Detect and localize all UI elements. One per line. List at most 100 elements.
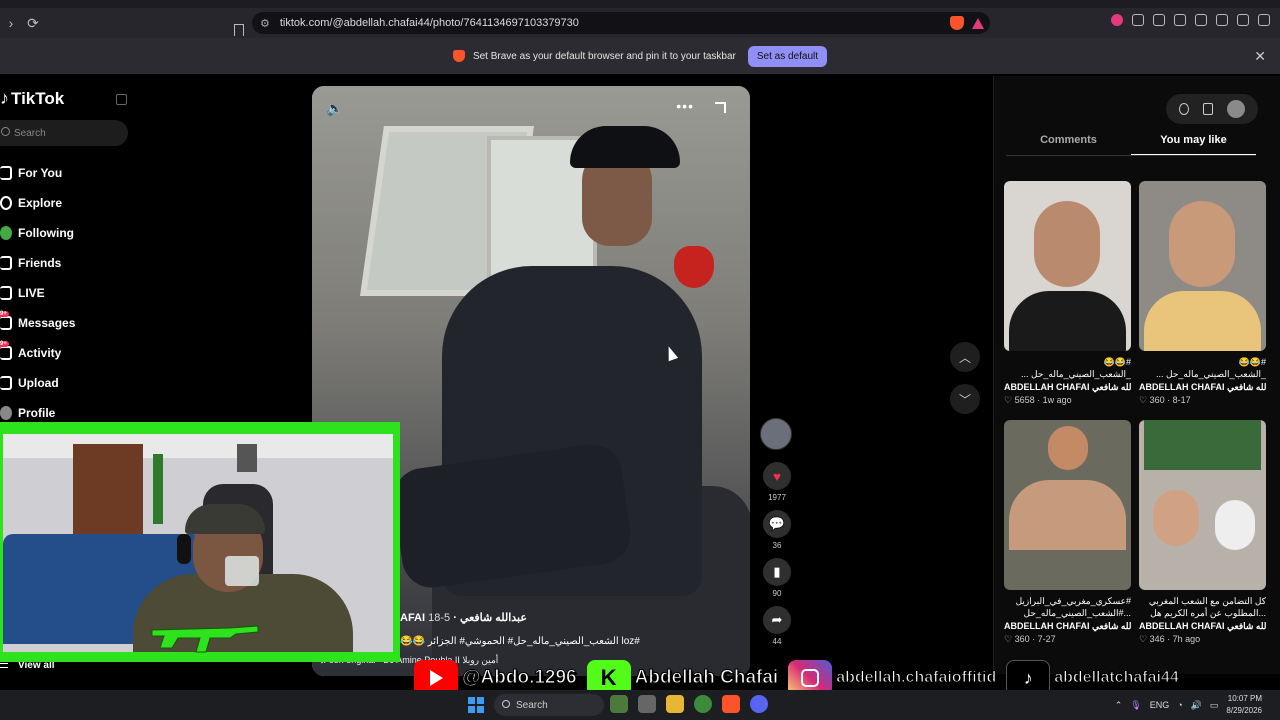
chrome-icon[interactable] (694, 695, 712, 713)
card-title: #عسكري_مغربي_في_البرازيل ...#الشعب_الصين… (1015, 596, 1131, 618)
comment-action[interactable]: 💬 36 (760, 510, 794, 550)
next-video-button[interactable]: ﹀ (950, 384, 980, 414)
previous-video-button[interactable]: ︿ (950, 342, 980, 372)
volume-icon[interactable]: 🔈 (326, 100, 343, 117)
sidebar-item-label: Following (18, 226, 74, 240)
author-avatar[interactable] (760, 418, 792, 450)
card-meta: ♡ 360 · 8-17 (1139, 395, 1191, 405)
video-card[interactable]: #😂😂_الشعب_الصيني_ماله_حل ... ABDELLAH CH… (1004, 181, 1131, 406)
discord-icon[interactable] (750, 695, 768, 713)
sidebar-item-messages[interactable]: 9+ Messages (0, 308, 75, 338)
windows-start-icon[interactable] (468, 697, 484, 713)
sidebar-item-explore[interactable]: Explore (0, 188, 75, 218)
notification-badge: 9+ (0, 311, 9, 317)
url-text: tiktok.com/@abdellah.chafai44/photo/7641… (279, 17, 579, 29)
thumbnail-face (1215, 500, 1255, 550)
set-default-button[interactable]: Set as default (747, 45, 828, 67)
language-indicator[interactable]: ENG (1150, 700, 1170, 710)
card-author[interactable]: ABDELLAH CHAFAI عبدالله شافعي (1139, 621, 1266, 632)
activity-icon (0, 346, 12, 360)
youtube-handle: @Abdo.1296 (462, 667, 578, 689)
sidebar-item-label: Activity (18, 346, 62, 360)
sidebar-item-label: Explore (18, 196, 63, 210)
sidebar-item-upload[interactable]: Upload (0, 368, 75, 398)
avatar[interactable] (1227, 100, 1245, 118)
video-thumbnail[interactable] (1004, 420, 1131, 590)
sidebar-item-label: Upload (18, 376, 59, 390)
music-icon[interactable] (1153, 14, 1165, 26)
task-view-icon[interactable] (638, 695, 656, 713)
logo-text: TikTok (11, 88, 65, 108)
taskbar-search[interactable]: Search (494, 694, 604, 716)
more-icon[interactable]: ••• (676, 98, 694, 114)
sidebar-item-for-you[interactable]: For You (0, 158, 75, 188)
wifi-icon[interactable]: ◔ (1177, 700, 1182, 710)
tab-divider (1006, 155, 1256, 156)
search-icon (1, 127, 10, 136)
messages-icon (0, 316, 12, 330)
chevron-up-icon: ︿ (958, 350, 971, 365)
volume-icon[interactable]: 🔊 (1191, 700, 1202, 711)
like-action[interactable]: ♥ 1977 (760, 462, 794, 502)
extension-icon[interactable] (1111, 14, 1123, 26)
brave-rewards-icon[interactable] (972, 17, 984, 29)
share-action[interactable]: ➦ 44 (760, 606, 794, 646)
bookmark-icon[interactable]: ▮ (763, 558, 791, 586)
card-author[interactable]: ABDELLAH CHAFAI عبدالله شافعي (1139, 382, 1266, 393)
comment-icon[interactable]: 💬 (763, 510, 791, 538)
brave-icon[interactable] (722, 695, 740, 713)
thumbnail-face (1048, 426, 1088, 470)
sidebar-item-label: For You (18, 166, 63, 180)
battery-icon[interactable]: ▭ (1210, 700, 1219, 711)
menu-icon[interactable] (1258, 14, 1270, 26)
card-author[interactable]: ABDELLAH CHAFAI عبدالله شافعي (1004, 382, 1131, 393)
video-card[interactable]: #😂😂_الشعب_الصيني_ماله_حل ... ABDELLAH CH… (1139, 181, 1266, 406)
widgets-icon[interactable] (610, 695, 628, 713)
friends-icon (0, 256, 12, 270)
clock[interactable]: 10:07 PM 8/29/2026 (1226, 693, 1262, 717)
clock-time: 10:07 PM (1227, 694, 1262, 703)
video-thumbnail[interactable] (1139, 420, 1266, 590)
sidebar-item-activity[interactable]: 9+ Activity (0, 338, 75, 368)
brave-shields-icon[interactable] (950, 16, 964, 30)
tiktok-logo[interactable]: ♪ TikTok (0, 88, 64, 109)
thumbnail-face (1169, 201, 1235, 287)
address-bar[interactable]: ⚙ tiktok.com/@abdellah.chafai44/photo/76… (252, 12, 990, 34)
sidebar-item-friends[interactable]: Friends (0, 248, 75, 278)
home-icon (0, 166, 12, 180)
coin-icon[interactable] (1179, 103, 1189, 115)
microphone-icon[interactable]: 🎙 (1130, 700, 1141, 711)
card-author[interactable]: ABDELLAH CHAFAI عبدالله شافعي (1004, 621, 1131, 632)
glass (225, 556, 259, 586)
sidebar-icon[interactable] (1174, 14, 1186, 26)
sidebar-item-following[interactable]: Following (0, 218, 75, 248)
heart-icon[interactable]: ♥ (763, 462, 791, 490)
tab-you-may-like[interactable]: You may like (1131, 134, 1256, 156)
sidebar-item-live[interactable]: LIVE (0, 278, 75, 308)
toolbar: › ⟳ ⚙ tiktok.com/@abdellah.chafai44/phot… (0, 8, 1280, 38)
close-icon[interactable]: ✕ (1254, 48, 1266, 65)
video-card[interactable]: #عسكري_مغربي_في_البرازيل ...#الشعب_الصين… (1004, 420, 1131, 645)
leo-icon[interactable] (1216, 14, 1228, 26)
video-thumbnail[interactable] (1139, 181, 1266, 351)
author-name-arabic: عبدالله شافعي (459, 612, 527, 624)
video-card[interactable]: كل التضامن مع الشعب المغربي ...المطلوب ع… (1139, 420, 1266, 645)
collapse-sidebar-icon[interactable] (116, 94, 127, 105)
chevron-up-icon[interactable]: ⌃ (1115, 700, 1123, 711)
bookmark-icon[interactable] (234, 24, 244, 36)
device-icon[interactable] (1203, 103, 1213, 115)
share-icon[interactable]: ➦ (763, 606, 791, 634)
puzzle-icon[interactable] (1132, 14, 1144, 26)
tab-comments[interactable]: Comments (1006, 134, 1131, 156)
vpn-icon[interactable] (1237, 14, 1249, 26)
forward-icon[interactable]: › (0, 12, 22, 34)
video-thumbnail[interactable] (1004, 181, 1131, 351)
fullscreen-icon[interactable] (715, 102, 726, 113)
site-info-icon[interactable]: ⚙ (260, 17, 270, 30)
file-explorer-icon[interactable] (666, 695, 684, 713)
wallet-icon[interactable] (1195, 14, 1207, 26)
sidebar-item-label: Messages (18, 316, 76, 330)
save-action[interactable]: ▮ 90 (760, 558, 794, 598)
reload-icon[interactable]: ⟳ (22, 12, 44, 34)
search-input[interactable]: Search (0, 120, 128, 146)
